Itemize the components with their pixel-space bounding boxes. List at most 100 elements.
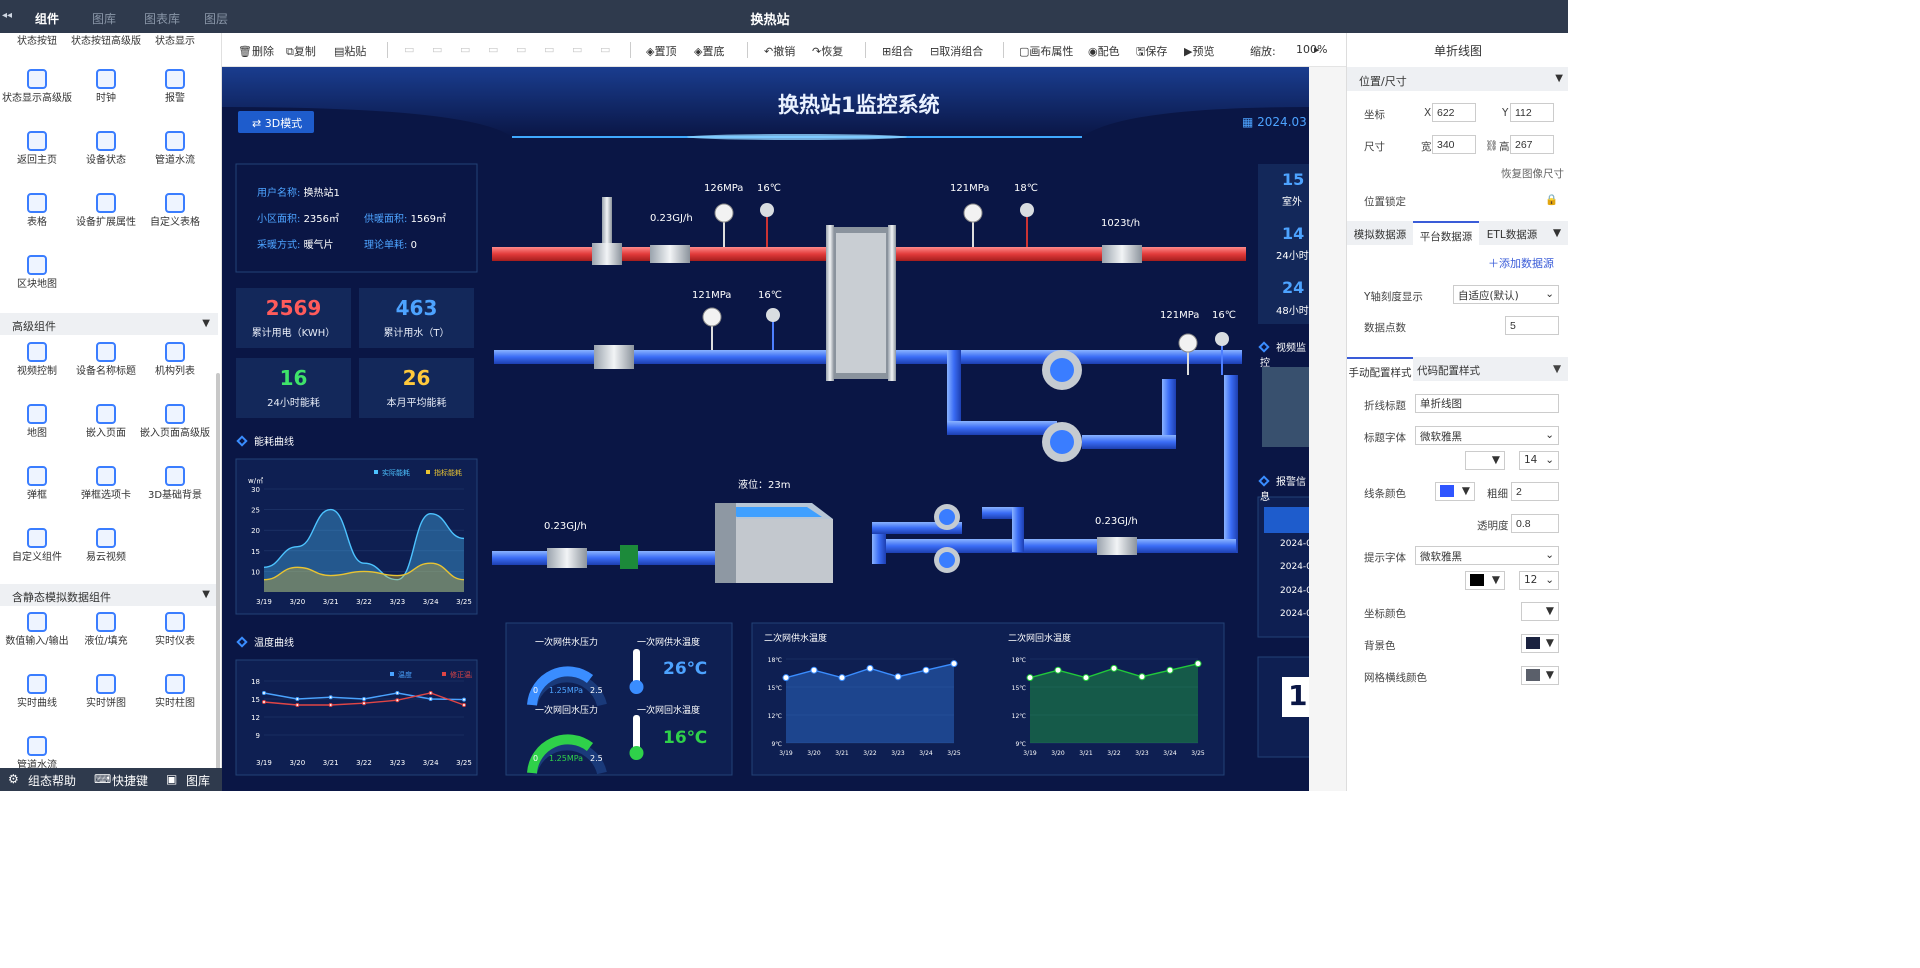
component-line-chart[interactable]: 实时曲线: [2, 674, 72, 710]
distribute-v-icon[interactable]: ▭: [600, 43, 610, 56]
component-liquid[interactable]: 液位/填充: [71, 612, 141, 648]
title-color-select[interactable]: ▼: [1465, 451, 1505, 470]
component-custom-cube[interactable]: 自定义组件: [2, 528, 72, 564]
tab-platform-data[interactable]: 平台数据源: [1413, 221, 1479, 245]
align-right-icon[interactable]: ▭: [460, 43, 470, 56]
save-button[interactable]: 🖫保存: [1136, 43, 1167, 62]
align-middle-icon[interactable]: ▭: [516, 43, 526, 56]
add-datasource-button[interactable]: ＋添加数据源: [1488, 255, 1554, 271]
component-map-pin[interactable]: 地图: [2, 404, 72, 440]
help-icon[interactable]: ⚙: [8, 772, 19, 786]
component-home[interactable]: 返回主页: [2, 131, 72, 167]
distribute-h-icon[interactable]: ▭: [572, 43, 582, 56]
component-custom-table[interactable]: 自定义表格: [140, 193, 210, 229]
component-block-map[interactable]: 区块地图: [2, 255, 72, 291]
title-size-select[interactable]: 14 ⌄: [1519, 451, 1559, 470]
title-font-select[interactable]: 微软雅黑 ⌄: [1415, 426, 1559, 445]
tip-font-select[interactable]: 微软雅黑 ⌄: [1415, 546, 1559, 565]
copy-button[interactable]: ⧉复制: [286, 43, 316, 59]
points-input[interactable]: [1505, 316, 1559, 335]
component-bar-chart[interactable]: 实时柱图: [140, 674, 210, 710]
color-scheme-button[interactable]: ◉配色: [1088, 43, 1120, 59]
grid-color-picker[interactable]: ▼: [1521, 666, 1559, 685]
component-dialog-tab[interactable]: 弹框选项卡: [71, 466, 141, 502]
keyboard-icon[interactable]: ⌨: [94, 772, 111, 786]
tab-components[interactable]: 组件: [35, 10, 59, 27]
line-color-picker[interactable]: ▼: [1435, 482, 1475, 501]
chevron-down-icon[interactable]: ▼: [1553, 363, 1561, 375]
component-layers[interactable]: 状态显示高级版: [2, 69, 72, 105]
tab-gallery[interactable]: 图库: [92, 10, 116, 27]
component-org-tree[interactable]: 机构列表: [140, 342, 210, 378]
gallery-icon[interactable]: ▣: [166, 772, 177, 786]
component-table[interactable]: 表格: [2, 193, 72, 229]
lock-icon[interactable]: 🔒: [1545, 193, 1558, 206]
align-center-icon[interactable]: ▭: [432, 43, 442, 56]
component-video-pen[interactable]: 易云视频: [71, 528, 141, 564]
zoom-arrow-icon[interactable]: ▸: [1314, 43, 1320, 56]
tab-etl-data[interactable]: ETL数据源: [1479, 221, 1545, 245]
component-pie-chart[interactable]: 实时饼图: [71, 674, 141, 710]
align-top-icon[interactable]: ▭: [488, 43, 498, 56]
y-input[interactable]: [1510, 103, 1554, 122]
collapse-left-icon[interactable]: ◂◂: [2, 10, 12, 21]
yaxis-select[interactable]: 自适应(默认) ⌄: [1453, 285, 1559, 304]
restore-size-link[interactable]: 恢复图像尺寸: [1501, 166, 1564, 181]
chevron-down-icon[interactable]: ▼: [1545, 221, 1568, 245]
tip-color-picker[interactable]: ▼: [1465, 571, 1505, 590]
group-button[interactable]: ⊞组合: [882, 43, 913, 59]
section-advanced[interactable]: 高级组件 ▼: [0, 313, 218, 335]
left-scrollbar[interactable]: [216, 373, 220, 768]
component-dialog[interactable]: 弹框: [2, 466, 72, 502]
delete-button[interactable]: 🗑删除: [238, 43, 274, 59]
design-canvas[interactable]: 换热站1监控系统 ⇄ 3D模式 ▦ 2024.03 用户名称: 换热站1 小区面…: [222, 67, 1309, 791]
tip-size-select[interactable]: 12 ⌄: [1519, 571, 1559, 590]
component-pipe-flow[interactable]: 管道水流: [2, 736, 72, 768]
component-video-control[interactable]: 视频控制: [2, 342, 72, 378]
tab-code-style[interactable]: 代码配置样式: [1413, 357, 1568, 381]
component-status-button[interactable]: 状态按钮: [2, 35, 72, 48]
redo-button[interactable]: ↷恢复: [812, 43, 843, 59]
width-input[interactable]: [1432, 135, 1476, 154]
component-device-check[interactable]: 设备状态: [71, 131, 141, 167]
chevron-down-icon[interactable]: ▼: [1555, 73, 1563, 84]
component-cube[interactable]: 3D基础背景: [140, 466, 210, 502]
height-input[interactable]: [1510, 135, 1554, 154]
bg-color-picker[interactable]: ▼: [1521, 634, 1559, 653]
opacity-input[interactable]: [1511, 514, 1559, 533]
component-device-ext[interactable]: 设备扩展属性: [71, 193, 141, 229]
tab-manual-style[interactable]: 手动配置样式: [1347, 357, 1413, 381]
component-gauge[interactable]: 实时仪表: [140, 612, 210, 648]
link-icon[interactable]: ⛓: [1485, 139, 1498, 152]
component-embed-adv[interactable]: 嵌入页面高级版: [140, 404, 210, 440]
tab-chart-library[interactable]: 图表库: [144, 10, 180, 27]
zoom-value[interactable]: 100%: [1296, 43, 1327, 56]
align-left-icon[interactable]: ▭: [404, 43, 414, 56]
component-embed[interactable]: 嵌入页面: [71, 404, 141, 440]
thickness-input[interactable]: [1511, 482, 1559, 501]
section-static[interactable]: 含静态模拟数据组件 ▼: [0, 584, 218, 606]
undo-button[interactable]: ↶撤销: [764, 43, 795, 59]
component-bell[interactable]: 报警: [140, 69, 210, 105]
axis-color-picker[interactable]: ▼: [1521, 602, 1559, 621]
component-title-a[interactable]: 设备名称标题: [71, 342, 141, 378]
component-number-io[interactable]: 数值输入/输出: [2, 612, 72, 648]
help-button[interactable]: 组态帮助: [28, 772, 76, 789]
component-status-display[interactable]: 状态显示: [140, 35, 210, 48]
send-back-button[interactable]: ◈置底: [694, 43, 724, 59]
tab-layers[interactable]: 图层: [204, 10, 228, 27]
align-bottom-icon[interactable]: ▭: [544, 43, 554, 56]
line-title-input[interactable]: [1415, 394, 1559, 413]
paste-button[interactable]: ▤粘贴: [334, 43, 366, 59]
preview-button[interactable]: ▶预览: [1184, 43, 1214, 59]
bring-front-button[interactable]: ◈置顶: [646, 43, 676, 59]
mode-3d-button[interactable]: ⇄ 3D模式: [252, 115, 302, 131]
component-pipe-flow[interactable]: 管道水流: [140, 131, 210, 167]
gallery-button[interactable]: 图库: [186, 772, 210, 789]
canvas-props-button[interactable]: ▢画布属性: [1019, 43, 1073, 59]
tab-mock-data[interactable]: 模拟数据源: [1347, 221, 1413, 245]
component-status-button-adv[interactable]: 状态按钮高级版: [71, 35, 141, 48]
ungroup-button[interactable]: ⊟取消组合: [930, 43, 983, 59]
shortcuts-button[interactable]: 快捷键: [112, 772, 148, 789]
component-clock[interactable]: 时钟: [71, 69, 141, 105]
